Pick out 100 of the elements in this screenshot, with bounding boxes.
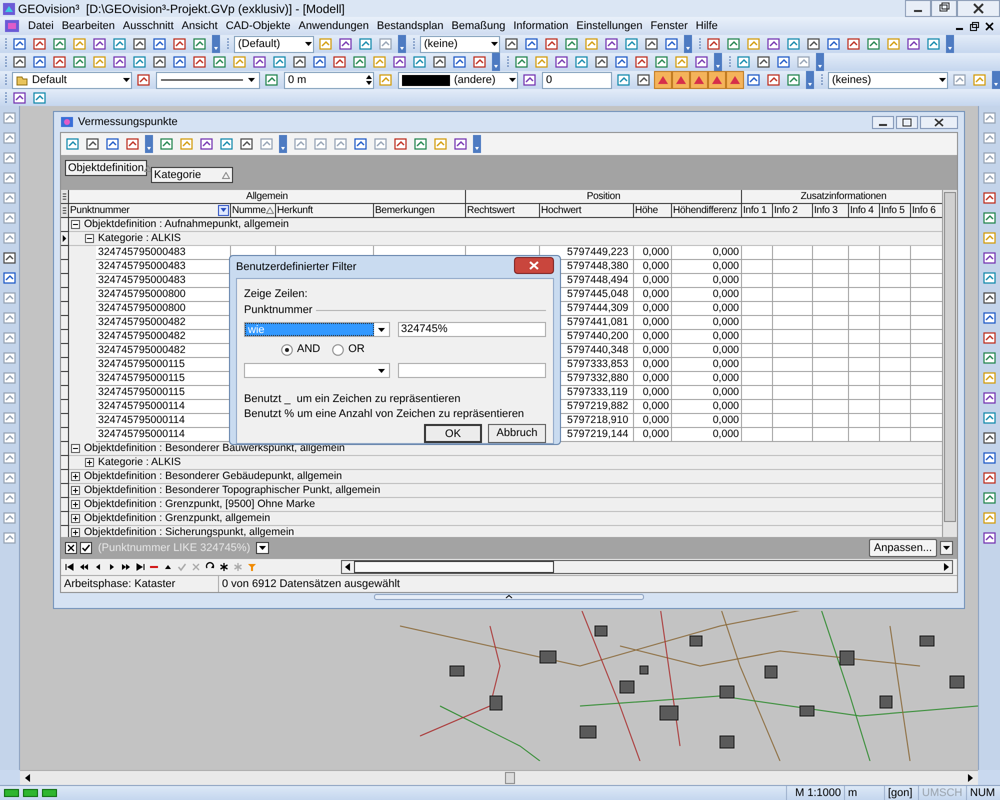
toggle-button[interactable] (654, 71, 672, 89)
tool-icon[interactable] (982, 390, 998, 406)
restore-button[interactable] (970, 22, 979, 30)
tool-icon[interactable] (413, 136, 429, 152)
tool-icon[interactable] (776, 54, 792, 70)
tool-icon[interactable] (159, 136, 175, 152)
column-header[interactable]: Höhe (634, 204, 672, 218)
menu-item[interactable]: Ausschnitt (118, 18, 178, 34)
tool-icon[interactable] (125, 136, 141, 152)
tool-icon[interactable] (352, 54, 368, 70)
tool-icon[interactable] (393, 136, 409, 152)
expand-icon[interactable] (71, 514, 80, 523)
expand-icon[interactable] (71, 472, 80, 481)
band-header[interactable]: Position (466, 190, 742, 204)
column-header[interactable]: Hochwert (540, 204, 634, 218)
tool-icon[interactable] (766, 72, 782, 88)
tool-icon[interactable] (926, 36, 942, 52)
tool-icon[interactable] (132, 54, 148, 70)
tool-icon[interactable] (312, 54, 328, 70)
column-header[interactable]: Punktnummer (69, 204, 231, 218)
check-icon[interactable] (177, 562, 187, 572)
column-header[interactable]: Info 1 (742, 204, 773, 218)
tool-icon[interactable] (199, 136, 215, 152)
tool-icon[interactable] (982, 450, 998, 466)
tool-icon[interactable] (32, 54, 48, 70)
color-dropdown[interactable]: (andere) (398, 72, 518, 88)
tool-icon[interactable] (604, 36, 620, 52)
column-header[interactable]: Numme (231, 204, 276, 218)
filter-history-dropdown[interactable] (256, 542, 270, 554)
toolbar-options-icon[interactable] (806, 71, 814, 89)
tool-icon[interactable] (105, 136, 121, 152)
tool-icon[interactable] (524, 36, 540, 52)
line-width-field[interactable]: 0 m (284, 72, 374, 88)
minimize-button[interactable] (872, 116, 894, 128)
band-header[interactable]: Zusatzinformationen (742, 190, 942, 204)
tool-icon[interactable] (982, 330, 998, 346)
maximize-button[interactable] (896, 116, 918, 128)
tool-icon[interactable] (192, 36, 208, 52)
dialog-button[interactable]: Abbruch (488, 424, 546, 442)
tool-icon[interactable] (392, 54, 408, 70)
tool-icon[interactable] (112, 54, 128, 70)
collapse-icon[interactable] (85, 234, 94, 243)
radio-button[interactable]: OR (332, 341, 365, 358)
last-record-icon[interactable] (135, 562, 145, 572)
tool-icon[interactable] (624, 36, 640, 52)
tool-icon[interactable] (564, 36, 580, 52)
scroll-down-icon[interactable] (940, 541, 953, 555)
tool-icon[interactable] (292, 54, 308, 70)
group-by-chip[interactable]: Kategorie (151, 167, 233, 183)
value-field[interactable] (398, 362, 546, 378)
toolbar-options-icon[interactable] (946, 35, 954, 53)
close-button[interactable] (920, 116, 958, 128)
tool-icon[interactable] (192, 54, 208, 70)
tool-icon[interactable] (826, 36, 842, 52)
clear-filter-icon[interactable] (65, 542, 77, 554)
tool-icon[interactable] (272, 54, 288, 70)
filter-checkbox[interactable] (80, 542, 92, 554)
tool-icon[interactable] (432, 54, 448, 70)
tool-icon[interactable] (594, 54, 610, 70)
dialog-button[interactable]: OK (424, 424, 482, 442)
tool-icon[interactable] (982, 290, 998, 306)
collapse-icon[interactable] (71, 444, 80, 453)
column-header[interactable]: Bemerkungen (374, 204, 466, 218)
tool-icon[interactable] (353, 136, 369, 152)
tool-icon[interactable] (32, 36, 48, 52)
menu-item[interactable]: Bearbeiten (58, 18, 119, 34)
tool-icon[interactable] (982, 410, 998, 426)
scrollbar-thumb[interactable] (505, 772, 515, 784)
tool-icon[interactable] (544, 36, 560, 52)
tool-icon[interactable] (866, 36, 882, 52)
tool-icon[interactable] (786, 36, 802, 52)
tool-icon[interactable] (726, 36, 742, 52)
tool-icon[interactable] (522, 72, 538, 88)
tool-icon[interactable] (264, 72, 280, 88)
toolbar-grip-icon[interactable] (4, 90, 8, 106)
tool-icon[interactable] (212, 54, 228, 70)
close-button[interactable] (514, 256, 554, 274)
tool-icon[interactable] (554, 54, 570, 70)
toolbar-options-icon[interactable] (816, 53, 824, 71)
toolbar-options-icon[interactable] (279, 135, 287, 153)
tool-icon[interactable] (664, 36, 680, 52)
tool-icon[interactable] (92, 36, 108, 52)
asterisk-icon[interactable] (219, 562, 229, 572)
tool-icon[interactable] (12, 36, 28, 52)
customize-button[interactable]: Anpassen... (868, 539, 937, 557)
menu-item[interactable]: Ansicht (178, 18, 222, 34)
splitter-handle[interactable] (374, 594, 644, 600)
column-header[interactable]: Info 5 (880, 204, 911, 218)
tool-icon[interactable] (65, 136, 81, 152)
tool-icon[interactable] (338, 36, 354, 52)
toolbar-options-icon[interactable] (992, 71, 1000, 89)
column-header[interactable]: Info 4 (849, 204, 880, 218)
tool-icon[interactable] (239, 136, 255, 152)
layer-dropdown[interactable]: (keine) (420, 36, 500, 52)
expand-icon[interactable] (71, 528, 80, 537)
collapse-icon[interactable] (71, 220, 80, 229)
tool-icon[interactable] (982, 190, 998, 206)
row-options-icon[interactable] (61, 204, 69, 218)
filter-icon[interactable] (218, 205, 229, 216)
column-header[interactable]: Höhendifferenz (672, 204, 742, 218)
